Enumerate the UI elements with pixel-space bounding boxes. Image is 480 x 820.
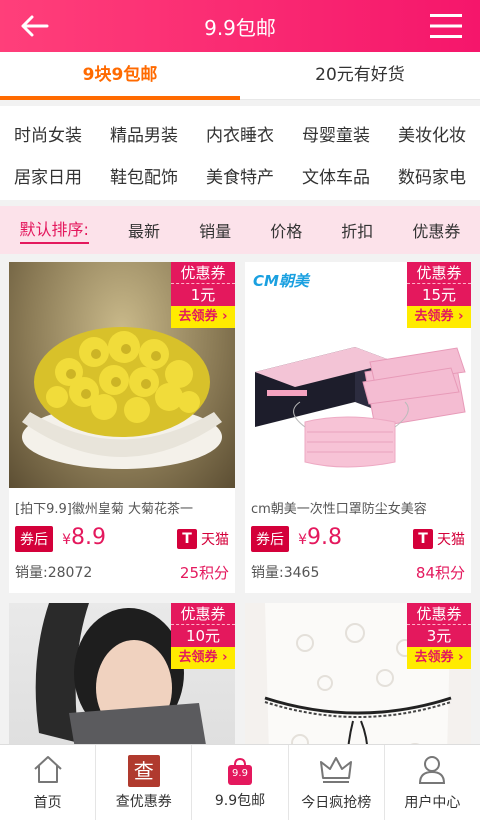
get-coupon-button[interactable]: 去领券 › bbox=[407, 647, 471, 669]
sort-discount[interactable]: 折扣 bbox=[341, 218, 373, 242]
tmall-badge: T 天猫 bbox=[413, 528, 465, 549]
category-item[interactable]: 时尚女装 bbox=[2, 121, 94, 146]
sort-price[interactable]: 价格 bbox=[270, 218, 302, 242]
tab-bar: 9块9包邮 20元有好货 bbox=[0, 52, 480, 100]
nav-home[interactable]: 首页 bbox=[0, 745, 97, 820]
user-icon bbox=[417, 754, 447, 788]
category-grid: 时尚女装 精品男装 内衣睡衣 母婴童装 美妆化妆 居家日用 鞋包配饰 美食特产 … bbox=[0, 106, 480, 200]
shopping-bag-icon: 9.9 bbox=[225, 756, 255, 786]
tab-9-9-free-shipping[interactable]: 9块9包邮 bbox=[0, 52, 240, 99]
product-name[interactable]: cm朝美一次性口罩防尘女美容 bbox=[245, 488, 471, 521]
category-item[interactable]: 母婴童装 bbox=[290, 121, 382, 146]
home-icon bbox=[32, 754, 64, 788]
page-title: 9.9包邮 bbox=[204, 15, 276, 40]
header-bar: 9.9包邮 bbox=[0, 0, 480, 52]
after-coupon-badge: 券后 bbox=[251, 526, 289, 552]
after-coupon-badge: 券后 bbox=[15, 526, 53, 552]
product-image-face-mask[interactable]: CM朝美 优惠券 15元 去领券 › bbox=[245, 262, 471, 488]
active-tab-indicator bbox=[0, 96, 240, 100]
category-item[interactable]: 文体车品 bbox=[290, 163, 382, 188]
points-value: 25积分 bbox=[179, 564, 229, 582]
hamburger-menu-icon[interactable] bbox=[426, 6, 466, 46]
product-card[interactable]: 优惠券 1元 去领券 › [拍下9.9]徽州皇菊 大菊花茶一 券后 ¥8.9 T… bbox=[9, 262, 235, 593]
product-name[interactable]: [拍下9.9]徽州皇菊 大菊花茶一 bbox=[9, 488, 235, 521]
tmall-badge: T 天猫 bbox=[177, 528, 229, 549]
product-price: ¥8.9 bbox=[62, 525, 107, 550]
category-item[interactable]: 数码家电 bbox=[386, 163, 478, 188]
tmall-icon: T bbox=[413, 528, 433, 549]
tmall-icon: T bbox=[177, 528, 197, 549]
tab-20-yuan-good-goods[interactable]: 20元有好货 bbox=[240, 52, 480, 99]
bottom-nav: 首页 查 查优惠券 9.9 9.9包邮 今日疯抢榜 用户中心 bbox=[0, 744, 480, 820]
sort-sales[interactable]: 销量 bbox=[199, 218, 231, 242]
product-image-chrysanthemum-tea[interactable]: 优惠券 1元 去领券 › bbox=[9, 262, 235, 488]
sort-coupon[interactable]: 优惠券 bbox=[412, 218, 460, 242]
category-item[interactable]: 精品男装 bbox=[98, 121, 190, 146]
sort-bar: 默认排序: 最新 销量 价格 折扣 优惠券 bbox=[0, 206, 480, 254]
nav-user-center[interactable]: 用户中心 bbox=[385, 745, 480, 820]
category-item[interactable]: 内衣睡衣 bbox=[194, 121, 286, 146]
product-grid: 优惠券 1元 去领券 › [拍下9.9]徽州皇菊 大菊花茶一 券后 ¥8.9 T… bbox=[0, 254, 480, 820]
coupon-badge[interactable]: 优惠券 1元 去领券 › bbox=[171, 262, 235, 328]
category-item[interactable]: 美妆化妆 bbox=[386, 121, 478, 146]
category-item[interactable]: 居家日用 bbox=[2, 163, 94, 188]
sort-newest[interactable]: 最新 bbox=[128, 218, 160, 242]
get-coupon-button[interactable]: 去领券 › bbox=[171, 647, 235, 669]
back-arrow-icon[interactable] bbox=[14, 6, 54, 46]
sales-count: 销量:28072 bbox=[15, 565, 93, 581]
nav-daily-ranking[interactable]: 今日疯抢榜 bbox=[289, 745, 385, 820]
product-card[interactable]: CM朝美 优惠券 15元 去领券 › cm朝美一次性口罩防尘女美容 券后 ¥9.… bbox=[245, 262, 471, 593]
nav-search-coupon[interactable]: 查 查优惠券 bbox=[96, 745, 193, 820]
category-item[interactable]: 鞋包配饰 bbox=[98, 163, 190, 188]
coupon-badge[interactable]: 优惠券 15元 去领券 › bbox=[407, 262, 471, 328]
nav-9-9-free-shipping[interactable]: 9.9 9.9包邮 bbox=[192, 745, 289, 820]
get-coupon-button[interactable]: 去领券 › bbox=[171, 306, 235, 328]
coupon-badge[interactable]: 优惠券 10元 去领券 › bbox=[171, 603, 235, 669]
product-price: ¥9.8 bbox=[298, 525, 343, 550]
search-coupon-icon: 查 bbox=[127, 754, 160, 787]
points-value: 84积分 bbox=[415, 564, 465, 582]
brand-logo: CM朝美 bbox=[253, 272, 309, 290]
category-item[interactable]: 美食特产 bbox=[194, 163, 286, 188]
sales-count: 销量:3465 bbox=[251, 565, 320, 581]
coupon-badge[interactable]: 优惠券 3元 去领券 › bbox=[407, 603, 471, 669]
get-coupon-button[interactable]: 去领券 › bbox=[407, 306, 471, 328]
sort-default[interactable]: 默认排序: bbox=[19, 216, 89, 244]
crown-icon bbox=[319, 754, 353, 788]
